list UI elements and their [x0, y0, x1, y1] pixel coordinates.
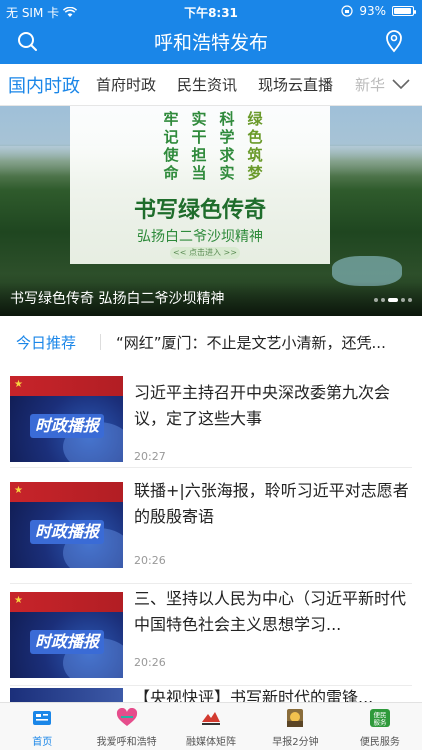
list-item[interactable]: ★ 时政播报 联播+|六张海报，聆听习近平对志愿者的殷殷寄语 20:26: [0, 468, 422, 584]
tab-livelihood-news[interactable]: 民生资讯: [177, 74, 237, 95]
banner-caption: 书写绿色传奇 弘扬白二爷沙坝精神: [10, 291, 225, 307]
bottom-nav: 首页 我爱呼和浩特 融媒体矩阵 早报2分钟 便民 服务 便民服务: [0, 702, 422, 750]
home-icon: [33, 711, 52, 725]
tab-live-broadcast[interactable]: 现场云直播: [258, 74, 333, 95]
banner-subtitle: 弘扬白二爷沙坝精神: [137, 229, 263, 245]
list-item[interactable]: ★ 时政播报 习近平主持召开中央深改委第九次会议，定了这些大事 20:27: [0, 368, 422, 468]
news-thumbnail: ★ 时政播报: [10, 592, 123, 678]
tab-capital-politics[interactable]: 首府时政: [96, 74, 156, 95]
top-bar: 无 SIM 卡 下午8:31 93% 呼和浩特发布: [0, 0, 422, 64]
nav-morning-news[interactable]: 早报2分钟: [253, 703, 337, 750]
list-item[interactable]: 【央视快评】书写新时代的雷锋...: [0, 686, 422, 702]
morning-news-icon: [287, 709, 304, 727]
today-recommend[interactable]: 今日推荐 “网红”厦门：不止是文艺小清新，还凭...: [0, 316, 422, 368]
news-title: 联播+|六张海报，聆听习近平对志愿者的殷殷寄语: [134, 481, 409, 526]
service-icon: 便民 服务: [369, 709, 390, 727]
today-recommend-tag: 今日推荐: [16, 334, 77, 352]
carousel-indicator[interactable]: [374, 298, 412, 302]
nav-media-matrix[interactable]: 融媒体矩阵: [169, 703, 253, 750]
news-thumbnail: [10, 688, 123, 702]
page-title: 呼和浩特发布: [153, 32, 268, 54]
news-title: 【央视快评】书写新时代的雷锋...: [134, 688, 374, 702]
news-time: 20:26: [134, 656, 166, 669]
banner-panel: 牢记使命 实干担当 科学求实 绿色筑梦 书写绿色传奇 弘扬白二爷沙坝精神 << …: [70, 106, 330, 264]
svg-text:服务: 服务: [373, 718, 387, 727]
battery-percent: 93%: [359, 4, 386, 18]
heart-icon: [116, 708, 137, 726]
category-tabs: 国内时政 首府时政 民生资讯 现场云直播 新华: [0, 64, 422, 106]
battery-icon: [392, 6, 416, 16]
news-thumbnail: ★ 时政播报: [10, 376, 123, 462]
slogan-column: 实干担当: [191, 110, 207, 182]
news-title: 三、坚持以人民为中心（习近平新时代中国特色社会主义思想学习...: [134, 589, 407, 634]
slogan-column: 牢记使命: [163, 110, 179, 182]
news-title: 习近平主持召开中央深改委第九次会议，定了这些大事: [134, 383, 391, 428]
tab-domestic-politics[interactable]: 国内时政: [8, 72, 80, 98]
status-bar: 无 SIM 卡 下午8:31 93%: [0, 0, 422, 22]
chevron-down-icon[interactable]: [390, 76, 412, 92]
banner-carousel[interactable]: 牢记使命 实干担当 科学求实 绿色筑梦 书写绿色传奇 弘扬白二爷沙坝精神 << …: [0, 106, 422, 316]
tab-xinhua[interactable]: 新华: [355, 74, 385, 95]
news-thumbnail: ★ 时政播报: [10, 482, 123, 568]
news-time: 20:27: [134, 450, 166, 463]
media-matrix-icon: [202, 712, 221, 725]
banner-enter-link[interactable]: << 点击进入 >>: [170, 247, 240, 259]
slogan-column: 科学求实: [219, 110, 235, 182]
nav-home[interactable]: 首页: [0, 703, 84, 750]
nav-love-hohhot[interactable]: 我爱呼和浩特: [84, 703, 168, 750]
orientation-lock-icon: [341, 5, 353, 17]
list-item[interactable]: ★ 时政播报 三、坚持以人民为中心（习近平新时代中国特色社会主义思想学习... …: [0, 584, 422, 686]
banner-title: 书写绿色传奇: [133, 197, 266, 223]
location-pin-icon[interactable]: [384, 29, 404, 53]
nav-convenience-service[interactable]: 便民 服务 便民服务: [338, 703, 422, 750]
news-time: 20:26: [134, 554, 166, 567]
today-recommend-headline[interactable]: “网红”厦门：不止是文艺小清新，还凭...: [116, 332, 412, 353]
slogan-column: 绿色筑梦: [247, 110, 263, 182]
